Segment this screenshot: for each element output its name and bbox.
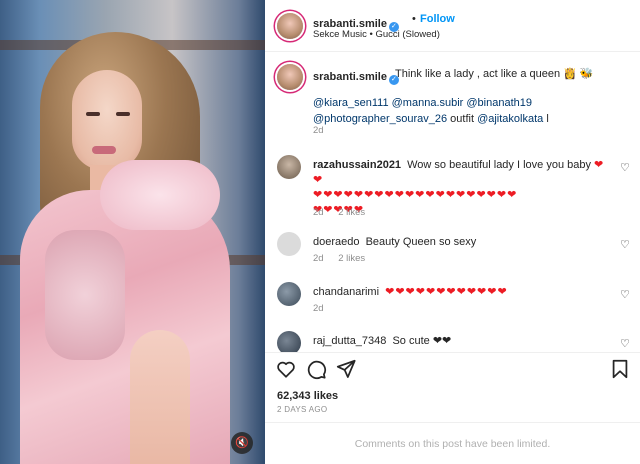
caption-username[interactable]: srabanti.smile	[313, 71, 387, 83]
heart-icon[interactable]	[275, 358, 297, 380]
avatar[interactable]	[277, 331, 301, 352]
image-eye	[86, 112, 100, 116]
mention-text: outfit	[447, 113, 478, 125]
avatar[interactable]	[277, 64, 303, 90]
comment-body: raj_dutta_7348 So cute ❤❤	[313, 334, 613, 349]
avatar[interactable]	[277, 13, 303, 39]
comment-time: 2d	[313, 303, 324, 314]
mention-link[interactable]: @photographer_sourav_26	[313, 113, 447, 125]
caption-time: 2d	[313, 125, 324, 136]
post-image[interactable]: 🔇	[0, 0, 265, 464]
heart-icon[interactable]: ♡	[620, 288, 630, 301]
mentions-line-2: @photographer_sourav_26 outfit @ajitakol…	[313, 111, 623, 127]
heart-icon[interactable]: ♡	[620, 337, 630, 350]
image-lips	[92, 146, 116, 154]
comment-meta: 2d 2 likes	[313, 253, 377, 264]
comment-time: 2d	[313, 253, 324, 264]
likes-count[interactable]: 62,343 likes	[277, 390, 338, 402]
audio-track[interactable]: Sekce Music • Gucci (Slowed)	[313, 29, 440, 40]
follow-button[interactable]: Follow	[420, 13, 455, 25]
bookmark-icon[interactable]	[609, 358, 631, 380]
comment-username[interactable]: chandanarimi	[313, 286, 379, 298]
comment-username[interactable]: doeraedo	[313, 236, 360, 248]
caption-text: Think like a lady , act like a queen 👸 🐝	[395, 68, 594, 80]
image-arm	[130, 330, 190, 464]
mentions-line[interactable]: @kiara_sen111 @manna.subir @binanath19	[313, 95, 623, 111]
image-bodice	[45, 230, 125, 360]
comments-section[interactable]: srabanti.smile ✓ Think like a lady , act …	[265, 52, 640, 352]
separator-dot: •	[412, 13, 416, 25]
image-feather	[100, 160, 220, 230]
mention-text: l	[543, 113, 549, 125]
comment-likes[interactable]: 2 likes	[338, 253, 365, 264]
comment-hearts: ❤❤❤❤❤❤❤❤❤❤❤❤❤❤❤❤❤❤❤❤	[313, 189, 518, 201]
post-date[interactable]: 2 DAYS AGO	[277, 405, 327, 414]
comment-body: chandanarimi ❤❤❤❤❤❤❤❤❤❤❤❤	[313, 285, 613, 300]
image-face	[72, 70, 142, 170]
comments-limited-notice: Comments on this post have been limited.	[265, 422, 640, 464]
comment-hearts: ❤❤❤❤❤❤❤❤❤❤❤❤	[385, 286, 508, 298]
heart-icon[interactable]: ♡	[620, 238, 630, 251]
comment-text: Wow so beautiful lady I love you baby	[407, 159, 591, 171]
share-icon[interactable]	[335, 358, 357, 380]
avatar[interactable]	[277, 232, 301, 256]
avatar[interactable]	[277, 282, 301, 306]
comment-username[interactable]: razahussain2021	[313, 159, 401, 171]
image-eye	[116, 112, 130, 116]
comment-time: 2d	[313, 207, 324, 218]
comment-meta: 2d 2 likes	[313, 207, 377, 218]
comment-text: So cute ❤❤	[392, 335, 452, 347]
heart-icon[interactable]: ♡	[620, 161, 630, 174]
action-bar: 62,343 likes 2 DAYS AGO	[265, 352, 640, 422]
caption-username-wrap: srabanti.smile ✓	[313, 67, 399, 85]
comment-meta: 2d	[313, 303, 336, 314]
caption-mentions: @kiara_sen111 @manna.subir @binanath19 @…	[313, 95, 623, 127]
post-header: srabanti.smile ✓ • Follow Sekce Music • G…	[265, 0, 640, 52]
comment-text: Beauty Queen so sexy	[365, 236, 477, 248]
comment-username[interactable]: raj_dutta_7348	[313, 335, 386, 347]
comment-likes[interactable]: 2 likes	[338, 207, 365, 218]
comment-body: doeraedo Beauty Queen so sexy	[313, 235, 613, 250]
post-panel: srabanti.smile ✓ • Follow Sekce Music • G…	[265, 0, 640, 464]
mention-link[interactable]: @ajitakolkata	[477, 113, 543, 125]
comment-icon[interactable]	[305, 358, 327, 380]
mute-icon[interactable]: 🔇	[231, 432, 253, 454]
avatar[interactable]	[277, 155, 301, 179]
